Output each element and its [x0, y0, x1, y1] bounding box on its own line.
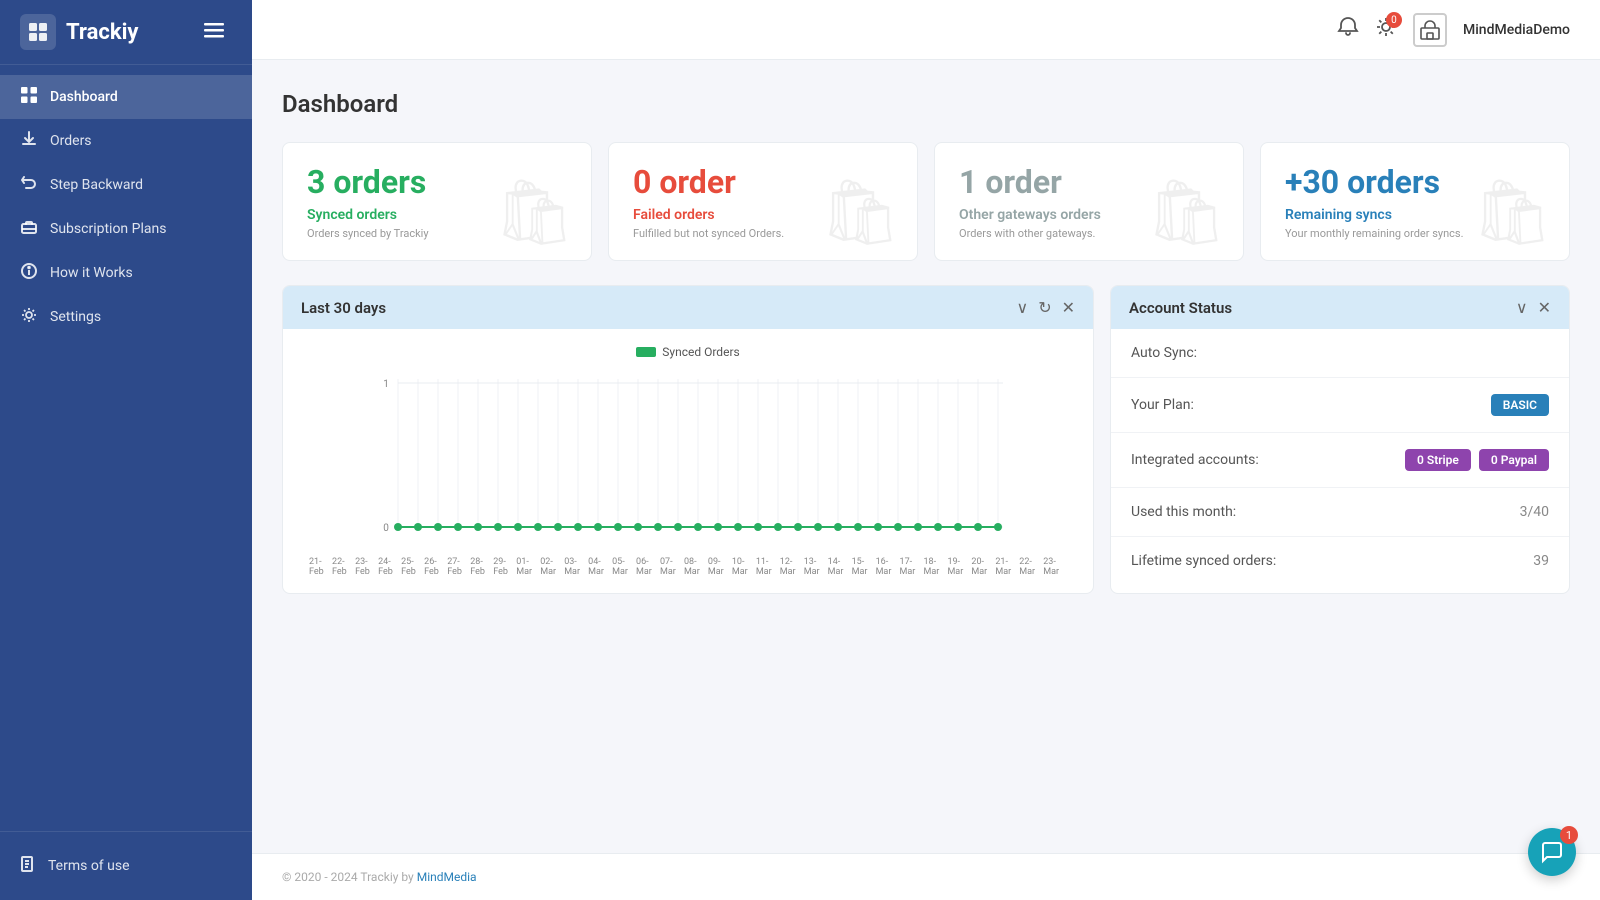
- hamburger-menu[interactable]: [196, 16, 232, 49]
- account-header: Account Status ∨ ✕: [1111, 286, 1569, 329]
- legend-label: Synced Orders: [662, 345, 739, 359]
- settings-badge: 0: [1386, 12, 1402, 28]
- chart-header: Last 30 days ∨ ↻ ✕: [283, 286, 1093, 329]
- sidebar-item-orders[interactable]: Orders: [0, 119, 252, 163]
- chart-controls: ∨ ↻ ✕: [1016, 298, 1075, 317]
- sidebar-item-how-it-works[interactable]: How it Works: [0, 251, 252, 295]
- stat-card-other: 1 order Other gateways orders Orders wit…: [934, 142, 1244, 261]
- refresh-icon[interactable]: ↻: [1038, 298, 1051, 317]
- sidebar-item-step-backward[interactable]: Step Backward: [0, 163, 252, 207]
- stat-card-remaining: +30 orders Remaining syncs Your monthly …: [1260, 142, 1570, 261]
- integrated-badges: 0 Stripe 0 Paypal: [1405, 449, 1549, 471]
- sidebar-item-settings[interactable]: Settings: [0, 295, 252, 339]
- settings-topbar-button[interactable]: 0: [1375, 16, 1397, 43]
- shop-icon: [1413, 13, 1447, 47]
- chart-body: Synced Orders 1 0: [283, 329, 1093, 593]
- x-axis-labels: 21-Feb22-Feb23-Feb24-Feb25-Feb 26-Feb27-…: [299, 553, 1077, 577]
- info-icon: [20, 263, 38, 283]
- svg-text:1: 1: [383, 379, 389, 390]
- chat-button[interactable]: 1: [1528, 828, 1576, 876]
- stripe-badge: 0 Stripe: [1405, 449, 1471, 471]
- gear-icon: [20, 307, 38, 327]
- sidebar-item-subscription-plans[interactable]: Subscription Plans: [0, 207, 252, 251]
- sidebar-item-dashboard[interactable]: Dashboard: [0, 75, 252, 119]
- sidebar-label-orders: Orders: [50, 133, 92, 149]
- sidebar-label-subscription: Subscription Plans: [50, 221, 166, 237]
- account-row-used: Used this month: 3/40: [1111, 488, 1569, 537]
- lifetime-label: Lifetime synced orders:: [1131, 553, 1276, 569]
- used-value: 3/40: [1520, 504, 1549, 520]
- bottom-row: Last 30 days ∨ ↻ ✕ Synced Orders: [282, 285, 1570, 594]
- chart-card: Last 30 days ∨ ↻ ✕ Synced Orders: [282, 285, 1094, 594]
- account-row-autosync: Auto Sync:: [1111, 329, 1569, 378]
- used-label: Used this month:: [1131, 504, 1236, 520]
- plan-label: Your Plan:: [1131, 397, 1194, 413]
- svg-text:0: 0: [383, 523, 389, 534]
- sidebar: Trackiy Dashboard: [0, 0, 252, 900]
- page-title: Dashboard: [282, 90, 1570, 118]
- stat-bg-icon-other: 🛍: [1146, 175, 1227, 250]
- account-close-icon[interactable]: ✕: [1538, 298, 1551, 317]
- account-row-lifetime: Lifetime synced orders: 39: [1111, 537, 1569, 585]
- topbar-username: MindMediaDemo: [1463, 22, 1570, 38]
- sidebar-nav: Dashboard Orders Step Backward: [0, 65, 252, 831]
- notifications-button[interactable]: [1337, 16, 1359, 43]
- stat-bg-icon-remaining: 🛍: [1472, 175, 1553, 250]
- chart-svg-container: 1 0: [299, 369, 1077, 553]
- footer-text: © 2020 - 2024 Trackiy by: [282, 870, 417, 884]
- grid-icon: [20, 87, 38, 107]
- chart-title: Last 30 days: [301, 299, 386, 317]
- main-content: 0 MindMediaDemo Dashboard 3 orders Synce…: [252, 0, 1600, 900]
- paypal-badge: 0 Paypal: [1479, 449, 1549, 471]
- app-logo-icon: [20, 14, 56, 50]
- sidebar-item-terms[interactable]: Terms of use: [20, 848, 232, 884]
- stat-card-synced: 3 orders Synced orders Orders synced by …: [282, 142, 592, 261]
- page-footer: © 2020 - 2024 Trackiy by MindMedia: [252, 853, 1600, 900]
- sidebar-label-how-it-works: How it Works: [50, 265, 133, 281]
- lifetime-value: 39: [1533, 553, 1549, 569]
- account-row-plan: Your Plan: BASIC: [1111, 378, 1569, 433]
- account-row-integrated: Integrated accounts: 0 Stripe 0 Paypal: [1111, 433, 1569, 488]
- legend-dot: [636, 347, 656, 357]
- app-name: Trackiy: [66, 20, 138, 45]
- chevron-down-icon[interactable]: ∨: [1016, 298, 1028, 317]
- sidebar-footer: Terms of use: [0, 831, 252, 900]
- stat-bg-icon-failed: 🛍: [820, 175, 901, 250]
- account-body: Auto Sync: Your Plan: BASIC Integrated a…: [1111, 329, 1569, 585]
- briefcase-icon: [20, 219, 38, 239]
- sidebar-logo: Trackiy: [0, 0, 252, 65]
- page-body: Dashboard 3 orders Synced orders Orders …: [252, 60, 1600, 853]
- account-chevron-icon[interactable]: ∨: [1516, 298, 1528, 317]
- sidebar-label-dashboard: Dashboard: [50, 89, 118, 105]
- sidebar-label-settings: Settings: [50, 309, 101, 325]
- plan-badge: BASIC: [1491, 394, 1549, 416]
- close-chart-icon[interactable]: ✕: [1062, 298, 1075, 317]
- stat-bg-icon-synced: 🛍: [494, 175, 575, 250]
- chat-badge: 1: [1560, 826, 1578, 844]
- undo-icon: [20, 175, 38, 195]
- account-status-card: Account Status ∨ ✕ Auto Sync: Your Plan:…: [1110, 285, 1570, 594]
- download-icon: [20, 131, 38, 151]
- sidebar-label-step-backward: Step Backward: [50, 177, 143, 193]
- doc-icon: [20, 856, 36, 876]
- autosync-label: Auto Sync:: [1131, 345, 1197, 361]
- sidebar-label-terms: Terms of use: [48, 858, 130, 874]
- chart-legend: Synced Orders: [299, 345, 1077, 359]
- topbar: 0 MindMediaDemo: [252, 0, 1600, 60]
- integrated-label: Integrated accounts:: [1131, 452, 1259, 468]
- stats-row: 3 orders Synced orders Orders synced by …: [282, 142, 1570, 261]
- footer-link[interactable]: MindMedia: [417, 870, 477, 884]
- stat-card-failed: 0 order Failed orders Fulfilled but not …: [608, 142, 918, 261]
- account-title: Account Status: [1129, 299, 1232, 317]
